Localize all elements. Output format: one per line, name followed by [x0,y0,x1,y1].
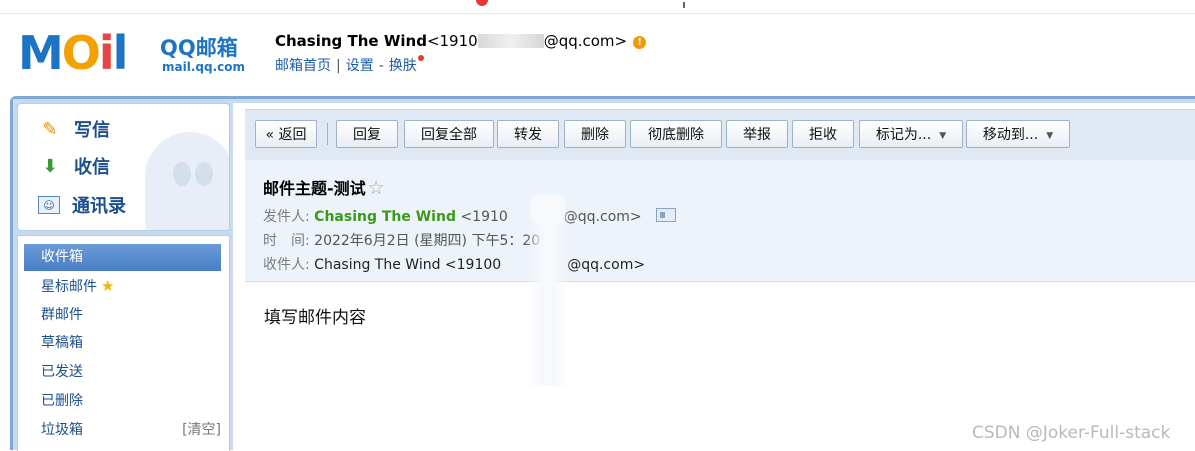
toolbar-separator [327,123,328,145]
account-info: Chasing The Wind<1910 @qq.com>! [275,32,647,50]
star-icon: ★ [101,277,115,295]
logo-brand: QQ邮箱 [160,36,238,60]
time-label: 时 间: [263,233,310,249]
folder-label: 已发送 [41,364,83,380]
skin-link[interactable]: 换肤 [389,58,417,74]
link-separator: | [336,58,341,74]
folder-list: 收件箱 星标邮件 ★ 群邮件 草稿箱 已发送 已删除 垃圾箱 [清空] [17,235,230,451]
report-button[interactable]: 举报 [726,120,788,148]
folder-inbox[interactable]: 收件箱 [24,244,221,271]
time-value: 2022年6月2日 (星期四) 下午5：20 [314,233,541,249]
mail-subject: 邮件主题-测试 ☆ [263,175,385,199]
logo-domain: mail.qq.com [162,60,245,74]
contacts-label: 通讯录 [72,196,126,217]
recipient-row: 收件人: Chasing The Wind <19100 @qq.com> [263,254,645,274]
sender-name[interactable]: Chasing The Wind [314,209,456,225]
folder-label: 垃圾箱 [41,422,83,438]
folder-group[interactable]: 群邮件 [24,302,221,329]
qq-mail-logo[interactable]: MOil QQ邮箱 mail.qq.com [18,26,258,80]
inbox-download-icon: ⬇ [42,155,58,177]
compose-label: 写信 [74,120,110,141]
settings-link[interactable]: 设置 [346,58,374,74]
back-button[interactable]: « 返回 [255,120,317,148]
folder-sent[interactable]: 已发送 [24,359,221,386]
reply-all-button[interactable]: 回复全部 [404,120,494,148]
mark-as-dropdown[interactable]: 标记为... ▼ [859,120,963,148]
star-toggle-icon[interactable]: ☆ [368,177,385,199]
recipient-name[interactable]: Chasing The Wind [314,257,440,273]
recipient-email-end: @qq.com> [567,257,646,273]
notification-dot [476,0,488,6]
mail-view: « 返回 回复 回复全部 转发 删除 彻底删除 举报 拒收 标记为... ▼ 移动… [233,103,1195,450]
chevron-down-icon: ▼ [939,131,947,141]
top-links: 邮箱首页 | 设置 - 换肤 [275,55,424,75]
folder-label: 已删除 [41,393,83,409]
folder-label: 星标邮件 [41,279,97,295]
redaction-smear-top [531,195,565,225]
contact-card-icon: ☺ [38,196,60,214]
mail-header: 邮件主题-测试 ☆ 发件人: Chasing The Wind <1910 @qq.… [245,160,1195,282]
link-separator: - [378,58,384,74]
forward-button[interactable]: 转发 [497,120,559,148]
sender-email-end: @qq.com> [563,209,642,225]
sender-email-start: <1910 [460,209,508,225]
quick-actions-panel: ✎ 写信 ⬇ 收信 ☺ 通讯录 [17,103,230,231]
sender-label: 发件人: [263,209,310,225]
subject-text: 邮件主题-测试 [263,179,366,198]
sender-row: 发件人: Chasing The Wind <1910 @qq.com> [263,206,677,226]
skin-new-dot [417,55,424,61]
folder-label: 草稿箱 [41,335,83,351]
folder-label: 群邮件 [41,307,83,323]
recipient-label: 收件人: [263,257,310,273]
folder-deleted[interactable]: 已删除 [24,388,221,415]
move-to-label: 移动到... [982,127,1039,143]
warning-icon[interactable]: ! [633,36,647,49]
reply-button[interactable]: 回复 [336,120,398,148]
delete-forever-button[interactable]: 彻底删除 [630,120,722,148]
browser-top-strip [0,0,1195,14]
folder-trash[interactable]: 垃圾箱 [清空] [24,417,221,444]
receive-button[interactable]: ⬇ 收信 [38,153,110,179]
mail-toolbar: « 返回 回复 回复全部 转发 删除 彻底删除 举报 拒收 标记为... ▼ 移动… [245,109,1195,160]
folder-label: 收件箱 [41,249,83,265]
folder-drafts[interactable]: 草稿箱 [24,330,221,357]
receive-label: 收信 [74,157,110,178]
account-email-start: <1910 [426,32,478,50]
add-contact-icon[interactable] [656,208,677,222]
move-to-dropdown[interactable]: 移动到... ▼ [966,120,1070,148]
chevron-down-icon: ▼ [1046,131,1054,141]
redaction-smear [526,200,571,386]
contacts-button[interactable]: ☺ 通讯录 [38,192,126,218]
mark-as-label: 标记为... [875,127,932,143]
mail-body: 填写邮件内容 [264,308,366,328]
home-link[interactable]: 邮箱首页 [275,58,331,74]
account-name: Chasing The Wind [275,32,427,50]
delete-button[interactable]: 删除 [564,120,626,148]
logo-mark: MOil [18,26,128,80]
recipient-email-start: <19100 [444,257,502,273]
time-row: 时 间: 2022年6月2日 (星期四) 下午5：20 [263,230,540,250]
pencil-icon: ✎ [42,118,58,140]
account-email-end: @qq.com> [543,32,628,50]
top-divider [683,2,685,8]
compose-button[interactable]: ✎ 写信 [38,116,110,142]
csdn-watermark: CSDN @Joker-Full-stack [972,423,1171,443]
empty-trash-link[interactable]: [清空] [182,417,221,444]
penguin-watermark-icon [145,132,229,230]
email-redaction [477,34,544,48]
folder-starred[interactable]: 星标邮件 ★ [24,273,221,300]
reject-button[interactable]: 拒收 [792,120,854,148]
